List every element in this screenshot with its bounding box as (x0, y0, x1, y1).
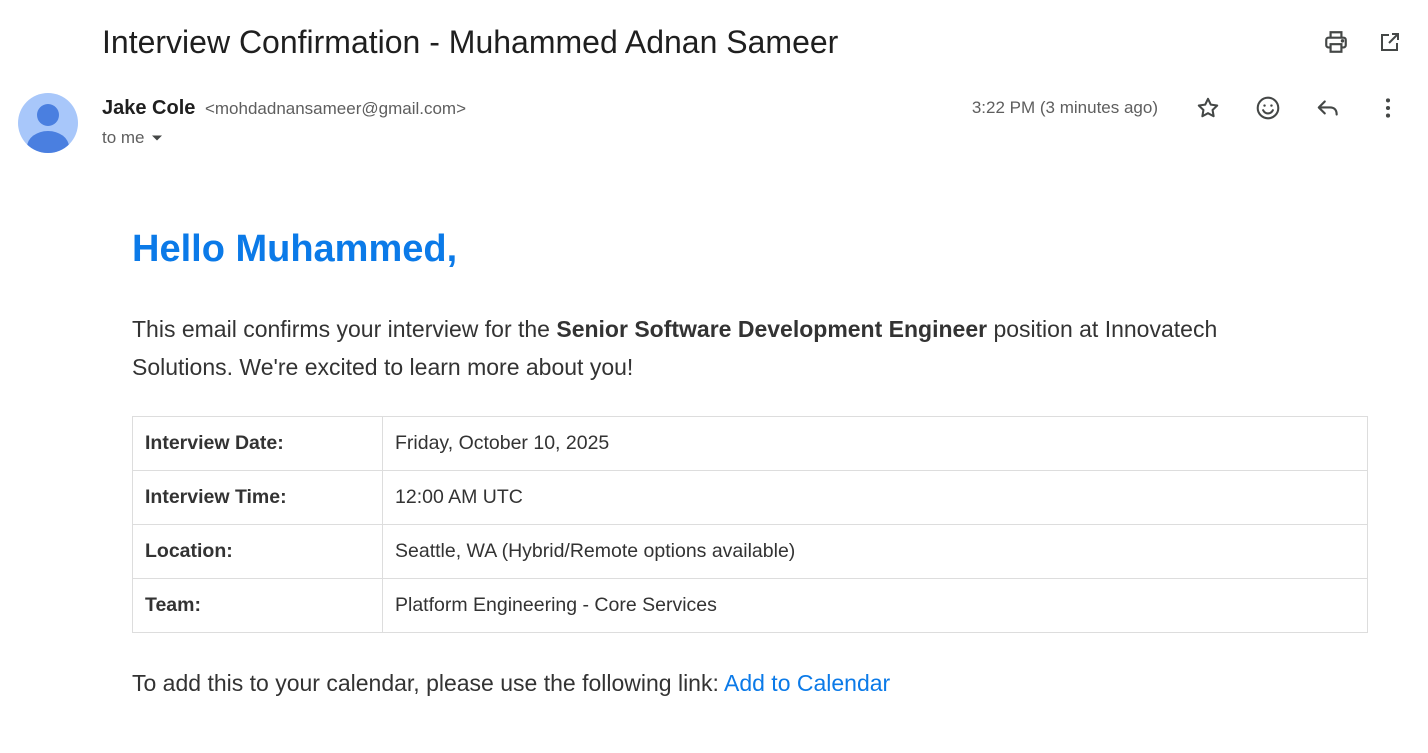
detail-label: Interview Time: (132, 470, 383, 525)
email-timestamp: 3:22 PM (3 minutes ago) (971, 98, 1158, 117)
table-row: Location: Seattle, WA (Hybrid/Remote opt… (132, 524, 1368, 579)
calendar-instruction: To add this to your calendar, please use… (132, 664, 890, 702)
top-actions (1316, 26, 1410, 58)
emoji-reaction-icon[interactable] (1248, 88, 1288, 128)
reply-icon[interactable] (1308, 88, 1348, 128)
interview-details-table: Interview Date: Friday, October 10, 2025… (132, 416, 1368, 633)
detail-value: 12:00 AM UTC (382, 470, 1368, 525)
sender-name[interactable]: Jake Cole (102, 97, 195, 119)
sender-line: Jake Cole <mohdadnansameer@gmail.com> (102, 96, 466, 121)
job-position: Senior Software Development Engineer (556, 316, 988, 342)
open-in-new-window-icon[interactable] (1370, 26, 1410, 58)
email-greeting: Hello Muhammed, (132, 228, 458, 270)
recipient-details-toggle[interactable]: to me (102, 127, 163, 149)
email-subject: Interview Confirmation - Muhammed Adnan … (102, 24, 839, 60)
default-avatar-icon (27, 104, 69, 153)
detail-value: Seattle, WA (Hybrid/Remote options avail… (382, 524, 1368, 579)
table-row: Team: Platform Engineering - Core Servic… (132, 578, 1368, 633)
star-icon[interactable] (1188, 88, 1228, 128)
detail-label: Location: (132, 524, 383, 579)
calendar-text: To add this to your calendar, please use… (132, 670, 724, 696)
intro-text-start: This email confirms your interview for t… (132, 316, 557, 342)
message-actions (1188, 88, 1408, 128)
email-intro-paragraph: This email confirms your interview for t… (132, 310, 1312, 386)
sender-avatar[interactable] (18, 93, 78, 153)
more-vertical-icon[interactable] (1368, 88, 1408, 128)
table-row: Interview Time: 12:00 AM UTC (132, 470, 1368, 525)
detail-value: Platform Engineering - Core Services (382, 578, 1368, 633)
sender-email: <mohdadnansameer@gmail.com> (204, 99, 467, 118)
recipient-label: to me (102, 128, 145, 147)
add-to-calendar-link[interactable]: Add to Calendar (724, 670, 890, 696)
detail-label: Interview Date: (132, 416, 383, 471)
detail-label: Team: (132, 578, 383, 633)
caret-down-icon (151, 135, 162, 141)
detail-value: Friday, October 10, 2025 (382, 416, 1368, 471)
table-row: Interview Date: Friday, October 10, 2025 (132, 416, 1368, 471)
print-icon[interactable] (1316, 26, 1356, 58)
